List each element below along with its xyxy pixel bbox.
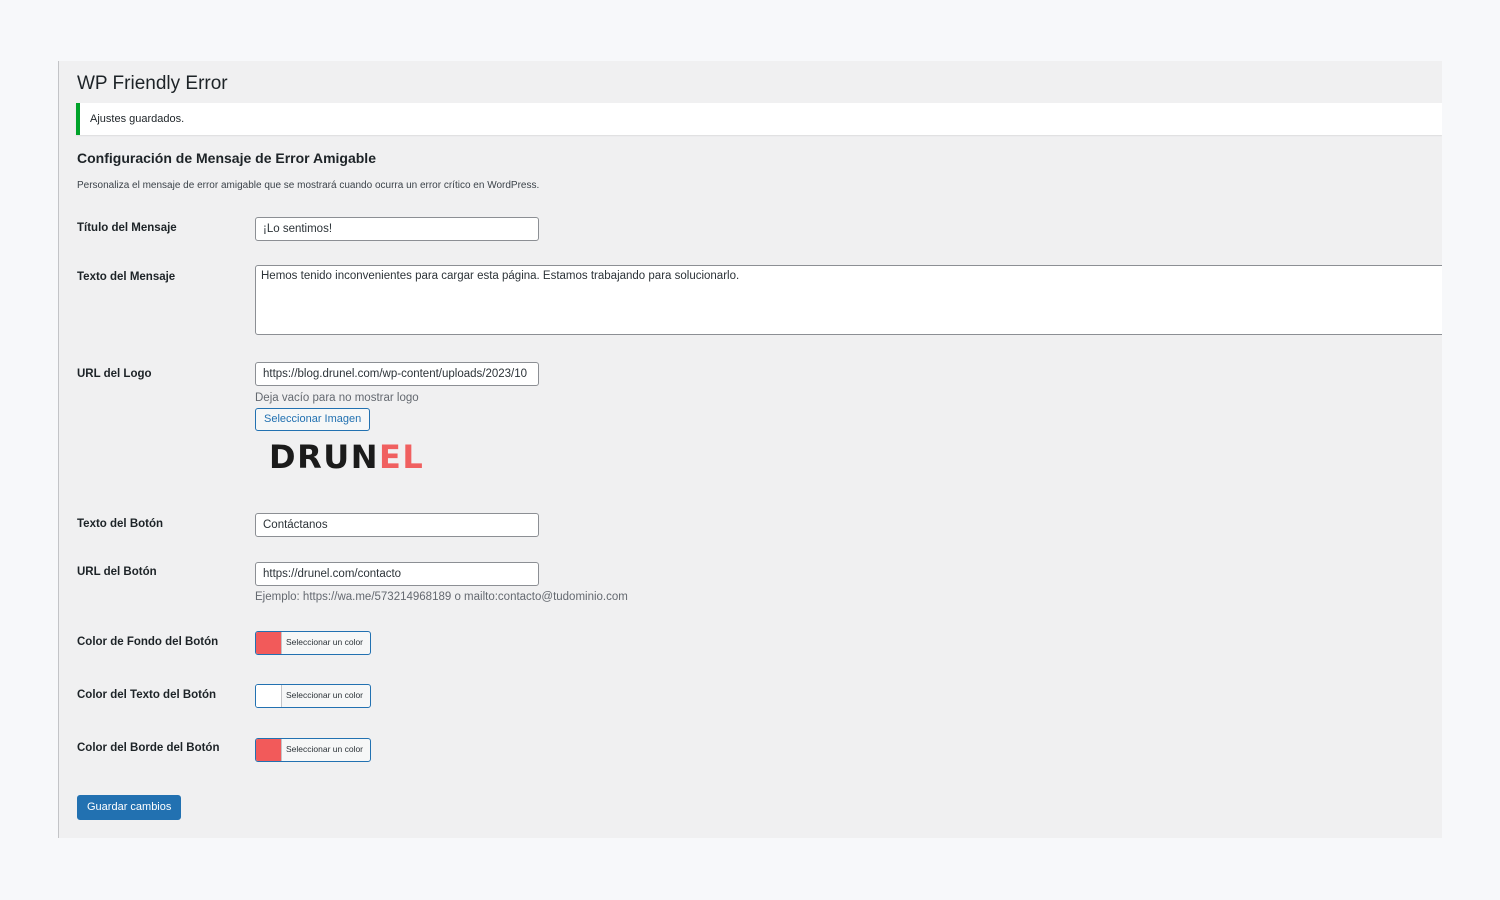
- button-text-label: Texto del Botón: [77, 518, 164, 530]
- button-text-color-picker-label: Seleccionar un color: [286, 690, 364, 700]
- button-url-label: URL del Botón: [77, 566, 157, 578]
- button-text-color-picker[interactable]: Seleccionar un color: [255, 684, 371, 708]
- section-title: Configuración de Mensaje de Error Amigab…: [77, 150, 376, 166]
- select-image-button[interactable]: Seleccionar Imagen: [255, 408, 371, 431]
- button-text-input[interactable]: Contáctanos: [255, 513, 539, 537]
- settings-page: WP Friendly Error Ajustes guardados. Con…: [58, 61, 1442, 838]
- button-border-color-picker[interactable]: Seleccionar un color: [255, 738, 371, 762]
- message-text-textarea[interactable]: Hemos tenido inconvenientes para cargar …: [255, 265, 1442, 335]
- save-changes-button[interactable]: Guardar cambios: [77, 795, 182, 820]
- button-bg-color-swatch: [256, 632, 282, 654]
- logo-preview: DRUNEL: [269, 441, 424, 473]
- section-description: Personaliza el mensaje de error amigable…: [77, 180, 540, 191]
- logo-preview-red-text: EL: [378, 438, 425, 476]
- message-title-label: Título del Mensaje: [77, 222, 177, 234]
- button-url-help: Ejemplo: https://wa.me/573214968189 o ma…: [255, 591, 628, 603]
- button-border-color-label: Color del Borde del Botón: [77, 742, 220, 754]
- button-bg-color-picker-label: Seleccionar un color: [286, 637, 364, 647]
- button-border-color-swatch: [256, 739, 282, 761]
- message-title-input[interactable]: ¡Lo sentimos!: [255, 217, 539, 241]
- logo-url-input[interactable]: https://blog.drunel.com/wp-content/uploa…: [255, 362, 539, 386]
- notice-text: Ajustes guardados.: [90, 113, 185, 125]
- button-text-color-label: Color del Texto del Botón: [77, 689, 217, 701]
- message-text-label: Texto del Mensaje: [77, 271, 176, 283]
- page-title: WP Friendly Error: [77, 73, 228, 94]
- button-bg-color-label: Color de Fondo del Botón: [77, 636, 219, 648]
- logo-url-label: URL del Logo: [77, 368, 152, 380]
- button-url-input[interactable]: https://drunel.com/contacto: [255, 562, 539, 586]
- button-bg-color-picker[interactable]: Seleccionar un color: [255, 631, 371, 655]
- button-border-color-picker-label: Seleccionar un color: [286, 744, 364, 754]
- success-notice: Ajustes guardados.: [76, 103, 1442, 135]
- logo-preview-dark-text: DRUN: [269, 438, 379, 476]
- logo-url-help: Deja vacío para no mostrar logo: [255, 392, 419, 404]
- button-text-color-swatch: [256, 685, 282, 707]
